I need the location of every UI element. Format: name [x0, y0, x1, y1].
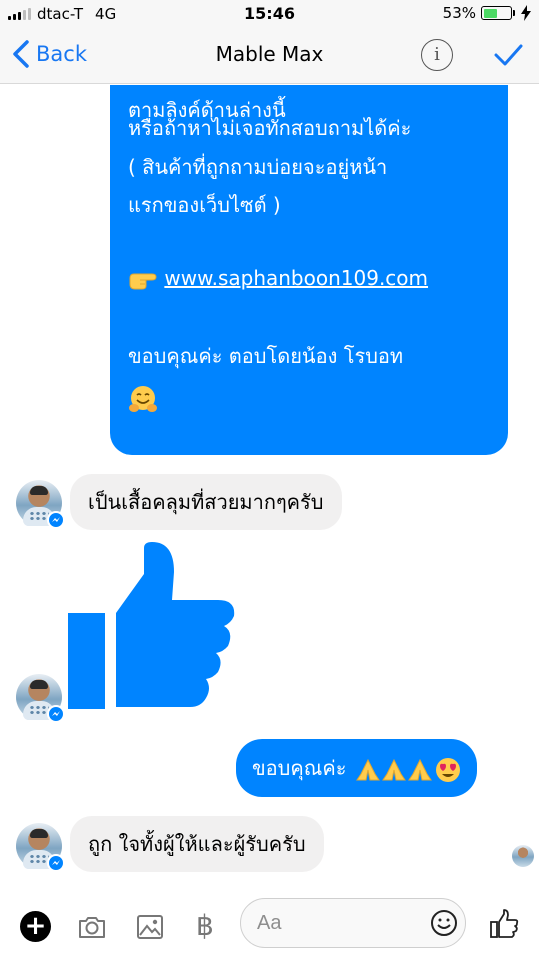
message-input-box[interactable]	[240, 898, 466, 948]
composer-bar: + ฿	[0, 895, 539, 960]
website-link[interactable]: www.saphanboon109.com	[164, 266, 428, 290]
message-line: ( สินค้าที่ถูกถามบ่อยจะอยู่หน้า	[128, 155, 388, 179]
message-line: หรือถ้าหาไม่เจอทักสอบถามได้ค่ะ	[128, 116, 412, 140]
read-receipt-avatar	[512, 845, 534, 867]
message-input[interactable]	[257, 908, 417, 938]
link-line: www.saphanboon109.com	[128, 265, 428, 291]
info-icon[interactable]: i	[421, 39, 453, 71]
message-text: ขอบคุณค่ะ	[252, 756, 347, 780]
message-line: ขอบคุณค่ะ ตอบโดยน้อง โรบอท	[128, 344, 404, 368]
battery-icon	[481, 6, 515, 20]
thumbs-up-sticker[interactable]	[68, 542, 238, 709]
plus-icon[interactable]: +	[20, 911, 51, 942]
checkmark-icon[interactable]	[493, 40, 523, 70]
folded-hands-emoji	[381, 758, 406, 780]
status-bar: dtac-T 4G 15:46 53%	[0, 0, 539, 28]
messenger-badge-icon	[47, 511, 65, 529]
charging-icon	[521, 5, 531, 21]
incoming-message-bubble[interactable]: เป็นเสื้อคลุมที่สวยมากๆครับ	[70, 474, 342, 530]
messenger-badge-icon	[47, 705, 65, 723]
heart-eyes-emoji	[435, 757, 460, 782]
outgoing-message-bubble[interactable]: ตามลิงค์ด้านล่างนี้ หรือถ้าหาไม่เจอทักสอ…	[110, 85, 508, 455]
avatar[interactable]	[16, 480, 65, 529]
message-thread[interactable]: ตามลิงค์ด้านล่างนี้ หรือถ้าหาไม่เจอทักสอ…	[0, 85, 539, 895]
pointing-hand-emoji	[129, 273, 157, 289]
messenger-badge-icon	[47, 854, 65, 872]
incoming-message-bubble[interactable]: ถูก ใจทั้งผู้ให้และผู้รับครับ	[70, 816, 324, 872]
battery-level	[483, 8, 498, 18]
battery-percent: 53%	[442, 4, 476, 22]
camera-icon[interactable]	[76, 911, 108, 943]
baht-icon[interactable]: ฿	[196, 909, 214, 942]
emoji-icon[interactable]	[429, 908, 459, 938]
folded-hands-emoji	[355, 758, 380, 780]
message-line: แรกของเว็บไซต์ )	[128, 193, 281, 217]
conversation-title: Mable Max	[215, 42, 324, 66]
like-icon[interactable]	[489, 909, 519, 939]
avatar[interactable]	[16, 674, 65, 723]
folded-hands-emoji	[407, 758, 432, 780]
nav-bar: Back Mable Max i	[0, 28, 539, 84]
gallery-icon[interactable]	[134, 911, 166, 943]
hugging-face-emoji	[129, 386, 157, 412]
avatar[interactable]	[16, 823, 65, 872]
outgoing-message-bubble[interactable]: ขอบคุณค่ะ	[236, 739, 477, 797]
